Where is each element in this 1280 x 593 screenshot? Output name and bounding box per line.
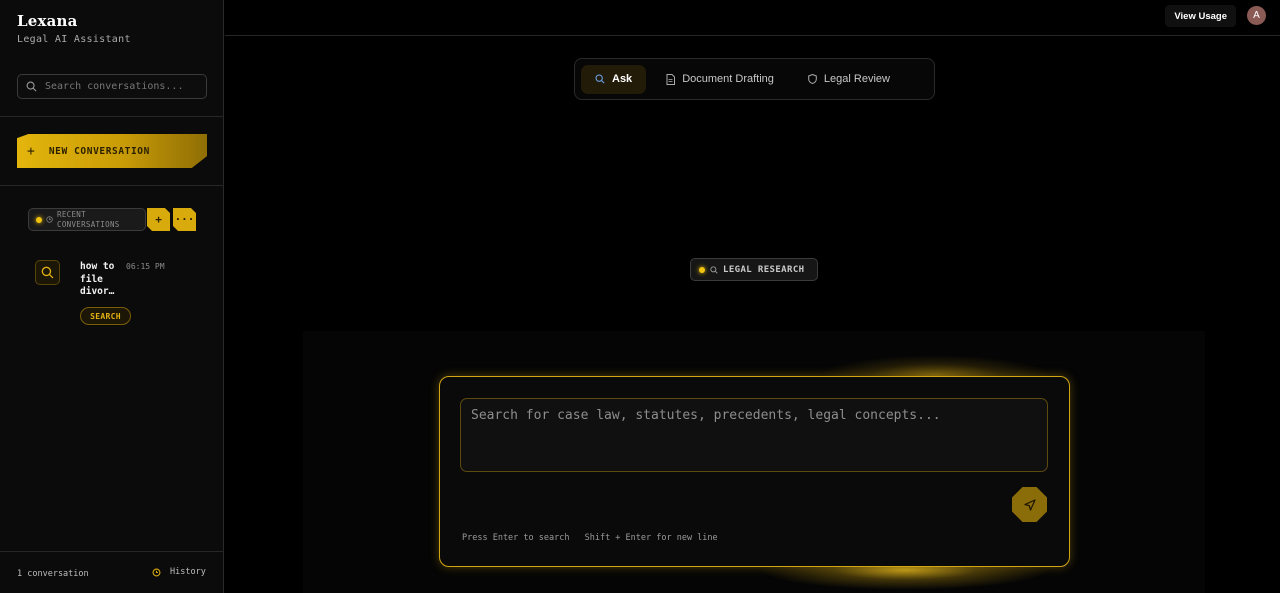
plus-icon: +: [27, 143, 35, 159]
mode-indicator: LEGAL RESEARCH: [690, 258, 818, 281]
recent-conversations-label: RECENT CONVERSATIONS: [57, 209, 120, 229]
brand-name: Lexana: [17, 12, 78, 30]
composer-card: Press Enter to search Shift + Enter for …: [439, 376, 1070, 567]
search-icon: [35, 260, 60, 285]
tab-label: Document Drafting: [682, 73, 774, 85]
conversation-time: 06:15 PM: [126, 262, 165, 271]
hint-shift-enter: Shift + Enter for new line: [584, 533, 718, 543]
new-conversation-label: NEW CONVERSATION: [48, 145, 150, 157]
sidebar-divider: [0, 116, 224, 117]
tab-label: Ask: [612, 73, 633, 85]
search-icon: [26, 81, 37, 92]
hint-enter: Press Enter to search: [462, 533, 570, 543]
query-input[interactable]: [461, 399, 1047, 471]
view-usage-button[interactable]: View Usage: [1165, 5, 1236, 27]
document-icon: [666, 73, 676, 85]
tab-ask[interactable]: Ask: [581, 64, 647, 94]
mode-indicator-label: LEGAL RESEARCH: [723, 264, 805, 275]
status-dot: [699, 266, 705, 273]
keyboard-hint: Press Enter to search Shift + Enter for …: [462, 533, 718, 543]
status-dot: [36, 216, 42, 223]
avatar[interactable]: A: [1247, 6, 1266, 25]
mode-tabs: Ask Document Drafting Legal Review: [574, 58, 935, 100]
new-conversation-button[interactable]: + NEW CONVERSATION: [17, 134, 207, 168]
app-root: Lexana Legal AI Assistant + NEW CONVERSA…: [0, 0, 1280, 593]
sidebar-divider: [0, 185, 224, 186]
tab-document-drafting[interactable]: Document Drafting: [652, 65, 788, 94]
sidebar: Lexana Legal AI Assistant + NEW CONVERSA…: [0, 0, 224, 593]
clock-icon: [46, 216, 53, 223]
sidebar-footer: 1 conversation History: [0, 551, 224, 593]
brand-subtitle: Legal AI Assistant: [17, 34, 131, 45]
history-button[interactable]: History: [152, 567, 206, 577]
conversation-type-badge: SEARCH: [80, 307, 131, 325]
search-icon: [710, 265, 718, 274]
conversation-item[interactable]: how to file divor… 06:15 PM SEARCH: [35, 260, 215, 330]
search-icon: [595, 74, 605, 84]
brand: Lexana Legal AI Assistant: [17, 12, 131, 45]
conversation-count: 1 conversation: [17, 569, 89, 579]
history-label: History: [170, 567, 206, 577]
history-icon: [152, 568, 161, 576]
search-conversations-input[interactable]: [45, 81, 195, 92]
tab-legal-review[interactable]: Legal Review: [794, 65, 904, 94]
shield-icon: [808, 74, 817, 84]
tab-label: Legal Review: [823, 73, 890, 85]
add-conversation-button[interactable]: +: [147, 208, 170, 231]
more-options-button[interactable]: ···: [173, 208, 196, 231]
conversation-title: how to file divor…: [80, 261, 115, 297]
query-field: [460, 398, 1048, 472]
send-button[interactable]: [1012, 487, 1047, 522]
top-bar: View Usage A: [225, 0, 1280, 36]
conversation-search: [17, 74, 207, 99]
send-icon: [1023, 498, 1036, 511]
recent-conversations-header: RECENT CONVERSATIONS: [28, 208, 146, 231]
